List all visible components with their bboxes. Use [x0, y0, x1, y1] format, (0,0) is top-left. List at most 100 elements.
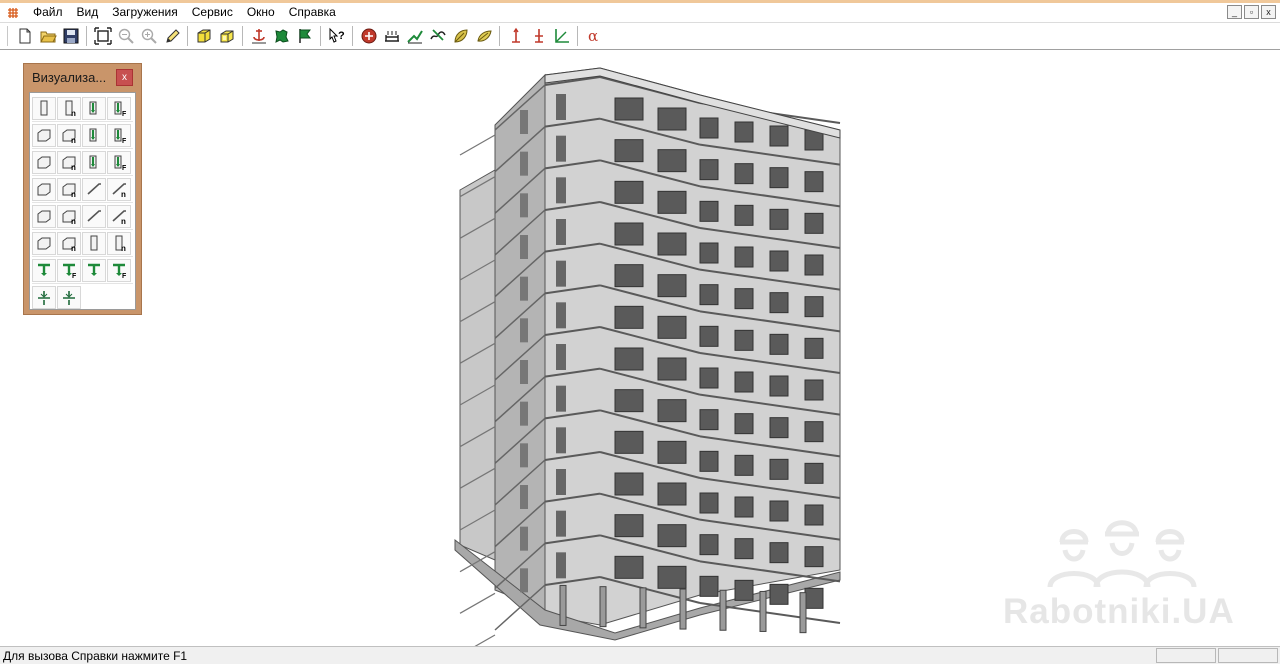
- visualization-plate-n-button[interactable]: n: [57, 204, 81, 228]
- visualization-diag-n-button[interactable]: n: [107, 204, 131, 228]
- window: [804, 212, 824, 234]
- visualization-level-alt-button[interactable]: [57, 286, 81, 309]
- visualization-pillar-button[interactable]: [32, 96, 56, 120]
- visualization-pillar-force-button[interactable]: F: [107, 96, 131, 120]
- visualization-beam-button[interactable]: [82, 177, 106, 201]
- axis-button-2[interactable]: [527, 25, 550, 47]
- load-case-button-4[interactable]: [426, 25, 449, 47]
- edit-button[interactable]: [160, 25, 183, 47]
- pillar-load-icon: [89, 101, 97, 115]
- deform-button[interactable]: [270, 25, 293, 47]
- box-load-icon: [89, 155, 97, 169]
- visualization-slab-force-button[interactable]: F: [107, 123, 131, 147]
- visualization-rect-button[interactable]: [32, 177, 56, 201]
- load-case-button-6[interactable]: [472, 25, 495, 47]
- visualization-level-button[interactable]: [32, 286, 56, 309]
- zoom-out-button[interactable]: [114, 25, 137, 47]
- restore-button[interactable]: ▫: [1244, 5, 1259, 19]
- window: [804, 462, 824, 484]
- axis-red-alt-icon: [534, 29, 543, 43]
- visualization-green-gf-button[interactable]: F: [107, 258, 131, 282]
- status-bar: Для вызова Справки нажмите F1: [0, 646, 1280, 664]
- window: [769, 583, 789, 605]
- load-leaf-alt-icon: [476, 30, 492, 42]
- visualization-diag-button[interactable]: [82, 204, 106, 228]
- window: [614, 430, 644, 454]
- visualization-pillar-load-button[interactable]: [82, 96, 106, 120]
- zoom-in-button[interactable]: [137, 25, 160, 47]
- alpha-button[interactable]: α: [582, 25, 605, 47]
- load-bed-icon: [384, 31, 399, 42]
- zoom-out-icon: [118, 28, 134, 44]
- visualization-tool-row: [32, 284, 133, 311]
- supports-button[interactable]: [247, 25, 270, 47]
- visualization-box-button[interactable]: [32, 150, 56, 174]
- menu-loads[interactable]: Загружения: [105, 3, 185, 22]
- axis-button-3[interactable]: [550, 25, 573, 47]
- fit-view-button[interactable]: [91, 25, 114, 47]
- visualization-plate-button[interactable]: [32, 204, 56, 228]
- cube-view-button[interactable]: [192, 25, 215, 47]
- visualization-col-n-button[interactable]: n: [107, 231, 131, 255]
- fit-view-icon: [93, 27, 112, 45]
- visualization-rect-n-button[interactable]: n: [57, 177, 81, 201]
- cube-open-button[interactable]: [215, 25, 238, 47]
- window: [804, 171, 824, 193]
- window: [614, 139, 644, 163]
- side-opening: [556, 177, 566, 204]
- window: [614, 305, 644, 329]
- open-button[interactable]: [36, 25, 59, 47]
- visualization-block-n-button[interactable]: n: [57, 231, 81, 255]
- visualization-box-force-button[interactable]: F: [107, 150, 131, 174]
- menu-service[interactable]: Сервис: [185, 3, 240, 22]
- side-opening: [556, 260, 566, 287]
- visualization-slab-button[interactable]: [32, 123, 56, 147]
- close-button[interactable]: x: [1261, 5, 1276, 19]
- visualization-pillar-n-button[interactable]: n: [57, 96, 81, 120]
- visualization-tool-row: nn: [32, 176, 133, 203]
- context-help-button[interactable]: ?: [325, 25, 348, 47]
- axis-button-1[interactable]: [504, 25, 527, 47]
- menu-file[interactable]: Файл: [26, 3, 70, 22]
- toolbar-separator: [86, 26, 87, 46]
- visualization-green-g-button[interactable]: [82, 258, 106, 282]
- save-button[interactable]: [59, 25, 82, 47]
- window: [614, 264, 644, 288]
- window: [614, 472, 644, 496]
- svg-text:n: n: [121, 217, 126, 225]
- menu-help[interactable]: Справка: [282, 3, 343, 22]
- load-case-button-2[interactable]: [380, 25, 403, 47]
- menu-view[interactable]: Вид: [70, 3, 106, 22]
- svg-text:n: n: [71, 244, 76, 252]
- pillar-n-icon: n: [65, 100, 76, 117]
- visualization-box-load-button[interactable]: [82, 150, 106, 174]
- load-case-button-3[interactable]: [403, 25, 426, 47]
- minimize-button[interactable]: _: [1227, 5, 1242, 19]
- menu-window[interactable]: Окно: [240, 3, 282, 22]
- visualization-box-n-button[interactable]: n: [57, 150, 81, 174]
- side-opening: [520, 443, 528, 468]
- visualization-beam-n-button[interactable]: n: [107, 177, 131, 201]
- svg-text:F: F: [122, 111, 127, 117]
- visualization-slab-n-button[interactable]: n: [57, 123, 81, 147]
- visualization-panel-close-button[interactable]: x: [116, 69, 133, 86]
- window: [734, 496, 754, 518]
- visualization-green-tf-button[interactable]: F: [57, 258, 81, 282]
- new-file-button[interactable]: [13, 25, 36, 47]
- window: [769, 208, 789, 230]
- col-n-icon: n: [115, 235, 126, 252]
- flag-button[interactable]: [293, 25, 316, 47]
- visualization-block-button[interactable]: [32, 231, 56, 255]
- plate-n-icon: n: [62, 210, 76, 225]
- beam-n-icon: n: [112, 183, 126, 198]
- visualization-green-t-button[interactable]: [32, 258, 56, 282]
- visualization-slab-load-button[interactable]: [82, 123, 106, 147]
- visualization-col-button[interactable]: [82, 231, 106, 255]
- svg-text:n: n: [71, 163, 76, 171]
- window: [734, 538, 754, 560]
- visualization-tool-row: FF: [32, 257, 133, 284]
- load-case-button-5[interactable]: [449, 25, 472, 47]
- mdi-window-controls: _ ▫ x: [1227, 5, 1276, 19]
- window: [699, 367, 719, 389]
- load-case-button-1[interactable]: [357, 25, 380, 47]
